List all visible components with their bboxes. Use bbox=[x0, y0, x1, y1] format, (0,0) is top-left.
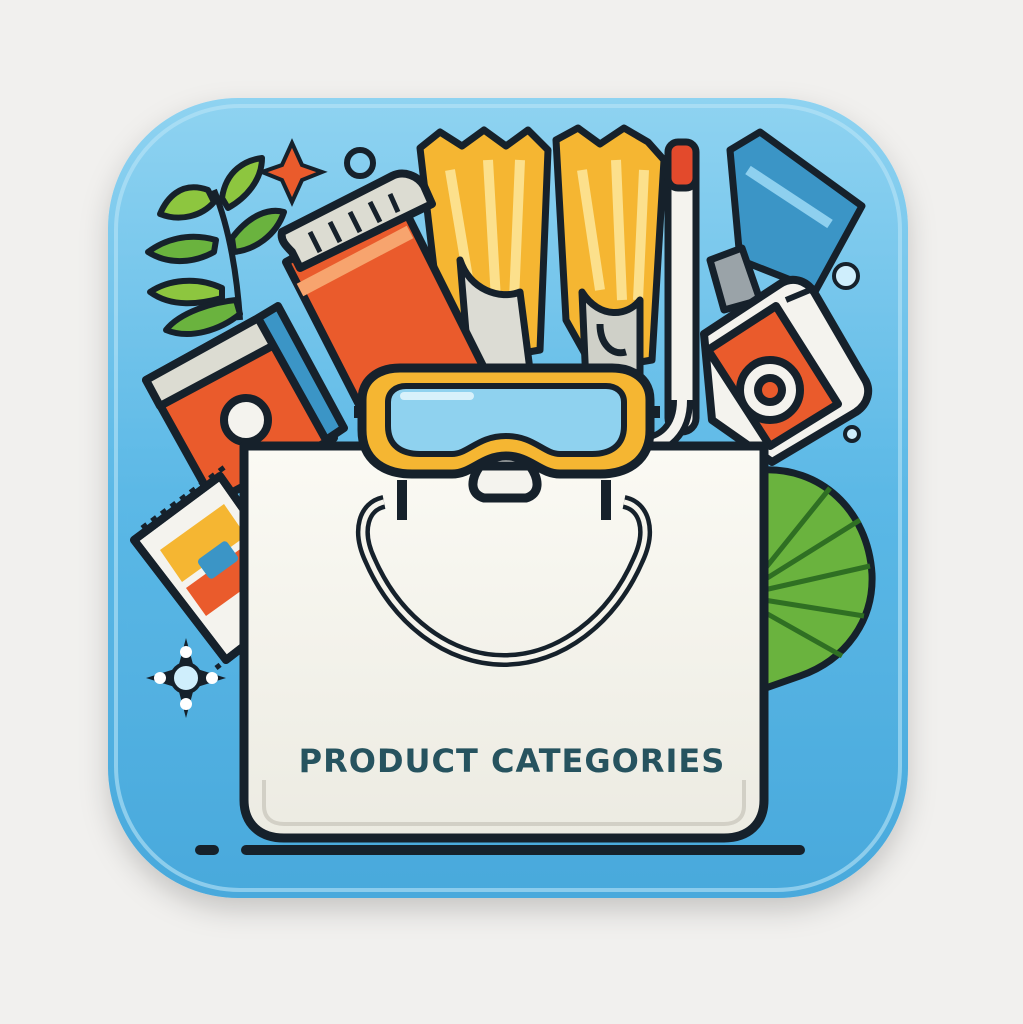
app-icon-canvas: PRODUCT CATEGORIES bbox=[0, 0, 1023, 1024]
app-icon: PRODUCT CATEGORIES bbox=[108, 98, 908, 898]
shopping-bag-icon bbox=[195, 441, 805, 855]
caption-text: PRODUCT CATEGORIES bbox=[299, 742, 726, 780]
